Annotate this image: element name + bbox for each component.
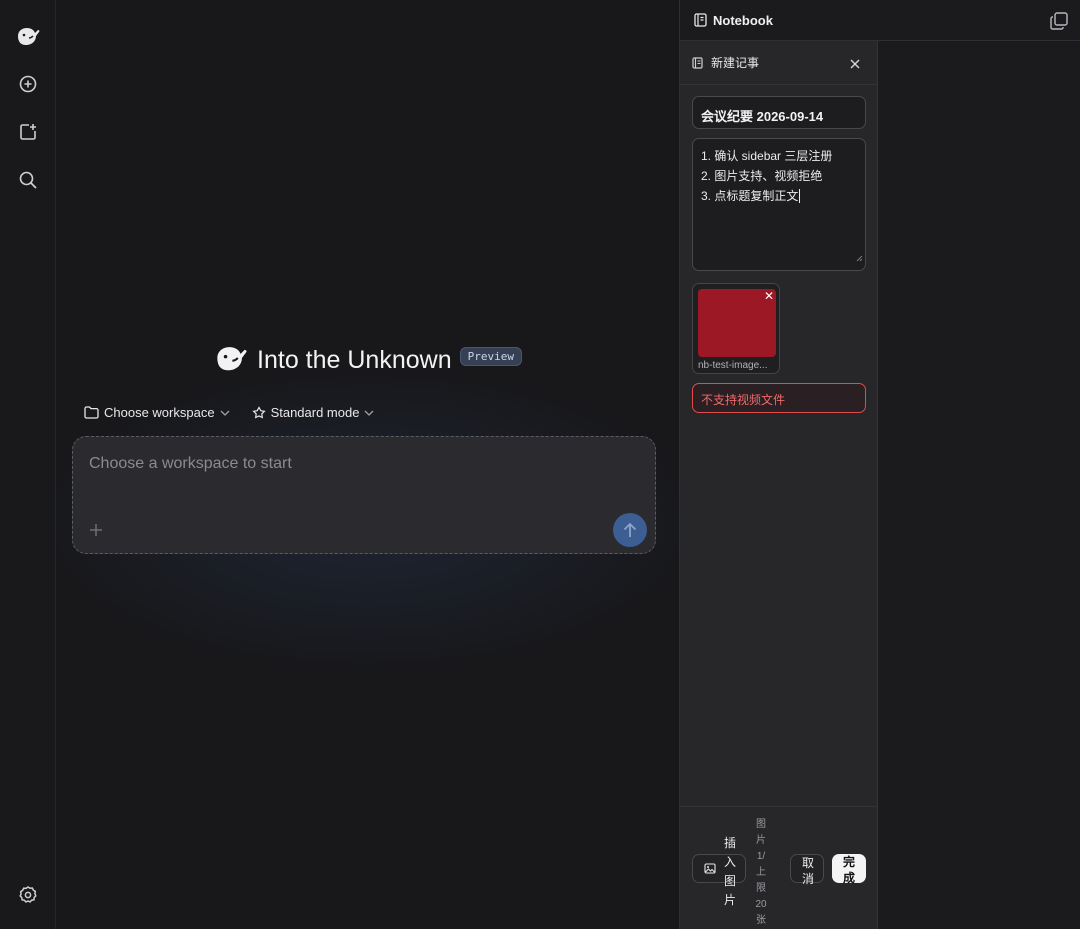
mode-label: Standard mode xyxy=(270,405,360,420)
copy-icon[interactable] xyxy=(1049,12,1069,35)
note-body-line: 1. 确认 sidebar 三层注册 xyxy=(701,149,833,163)
workspace-label: Choose workspace xyxy=(104,405,215,420)
new-chat-icon[interactable] xyxy=(14,70,42,98)
main-area: Into the Unknown Preview Choose workspac… xyxy=(56,0,679,929)
notebook-panel: Notebook 新建记事 会议纪要 2026-09-14 1. 确认 side… xyxy=(679,0,1080,929)
cancel-button[interactable]: 取消 xyxy=(790,854,824,886)
note-body-field[interactable]: 1. 确认 sidebar 三层注册 2. 图片支持、视频拒绝 3. 点标题复制… xyxy=(692,138,866,271)
composer-box: Choose a workspace to start xyxy=(72,436,656,554)
image-icon xyxy=(704,863,716,874)
composer-selectors: Choose workspace Standard mode xyxy=(84,405,374,420)
whale-logo-icon[interactable] xyxy=(14,22,42,50)
notebook-title: Notebook xyxy=(713,12,773,28)
notebook-empty-area xyxy=(878,41,1080,929)
search-icon[interactable] xyxy=(14,166,42,194)
insert-image-label: 插入图片 xyxy=(723,836,736,907)
close-icon[interactable] xyxy=(850,56,860,74)
notebook-icon xyxy=(694,13,707,27)
image-attachment[interactable]: ✕ nb-test-image... xyxy=(692,283,780,374)
remove-attachment-icon[interactable]: ✕ xyxy=(764,289,774,303)
editor-header: 新建记事 xyxy=(680,41,878,85)
attach-plus-icon[interactable] xyxy=(85,519,107,541)
note-body-line: 2. 图片支持、视频拒绝 xyxy=(701,169,823,183)
resize-handle-icon[interactable] xyxy=(856,248,863,268)
chevron-down-icon xyxy=(220,410,230,416)
image-count: 图片1/上限20张 xyxy=(755,819,767,926)
composer-input[interactable]: Choose a workspace to start xyxy=(89,455,292,473)
folder-icon xyxy=(84,406,99,419)
brand-logo-icon xyxy=(213,343,249,378)
new-project-icon[interactable] xyxy=(14,118,42,146)
done-button[interactable]: 完成 xyxy=(832,854,866,885)
editor-footer: 插入图片 图片1/上限20张 取消 完成 xyxy=(680,806,878,929)
cancel-label: 取消 xyxy=(801,856,814,886)
notebook-header: Notebook xyxy=(680,0,1080,41)
settings-icon[interactable] xyxy=(14,881,42,909)
done-label: 完成 xyxy=(842,855,855,885)
left-rail xyxy=(0,0,56,929)
editor-title: 新建记事 xyxy=(711,56,760,70)
mode-icon xyxy=(251,405,266,419)
note-icon xyxy=(692,56,703,69)
arrow-up-icon xyxy=(623,522,637,537)
preview-badge: Preview xyxy=(459,347,522,366)
hero: Into the Unknown Preview xyxy=(56,343,679,378)
insert-image-button[interactable]: 插入图片 xyxy=(692,836,746,907)
note-editor: 新建记事 会议纪要 2026-09-14 1. 确认 sidebar 三层注册 … xyxy=(680,41,878,929)
mode-selector[interactable]: Standard mode xyxy=(251,405,375,420)
page-title: Into the Unknown xyxy=(257,346,452,374)
note-title-field[interactable]: 会议纪要 2026-09-14 xyxy=(692,96,866,129)
send-button[interactable] xyxy=(613,513,647,547)
chevron-down-icon xyxy=(365,410,374,416)
error-message: 不支持视频文件 xyxy=(692,383,866,413)
note-body-line: 3. 点标题复制正文 xyxy=(701,189,801,203)
workspace-selector[interactable]: Choose workspace xyxy=(84,405,230,420)
attachment-filename: nb-test-image... xyxy=(698,360,768,371)
